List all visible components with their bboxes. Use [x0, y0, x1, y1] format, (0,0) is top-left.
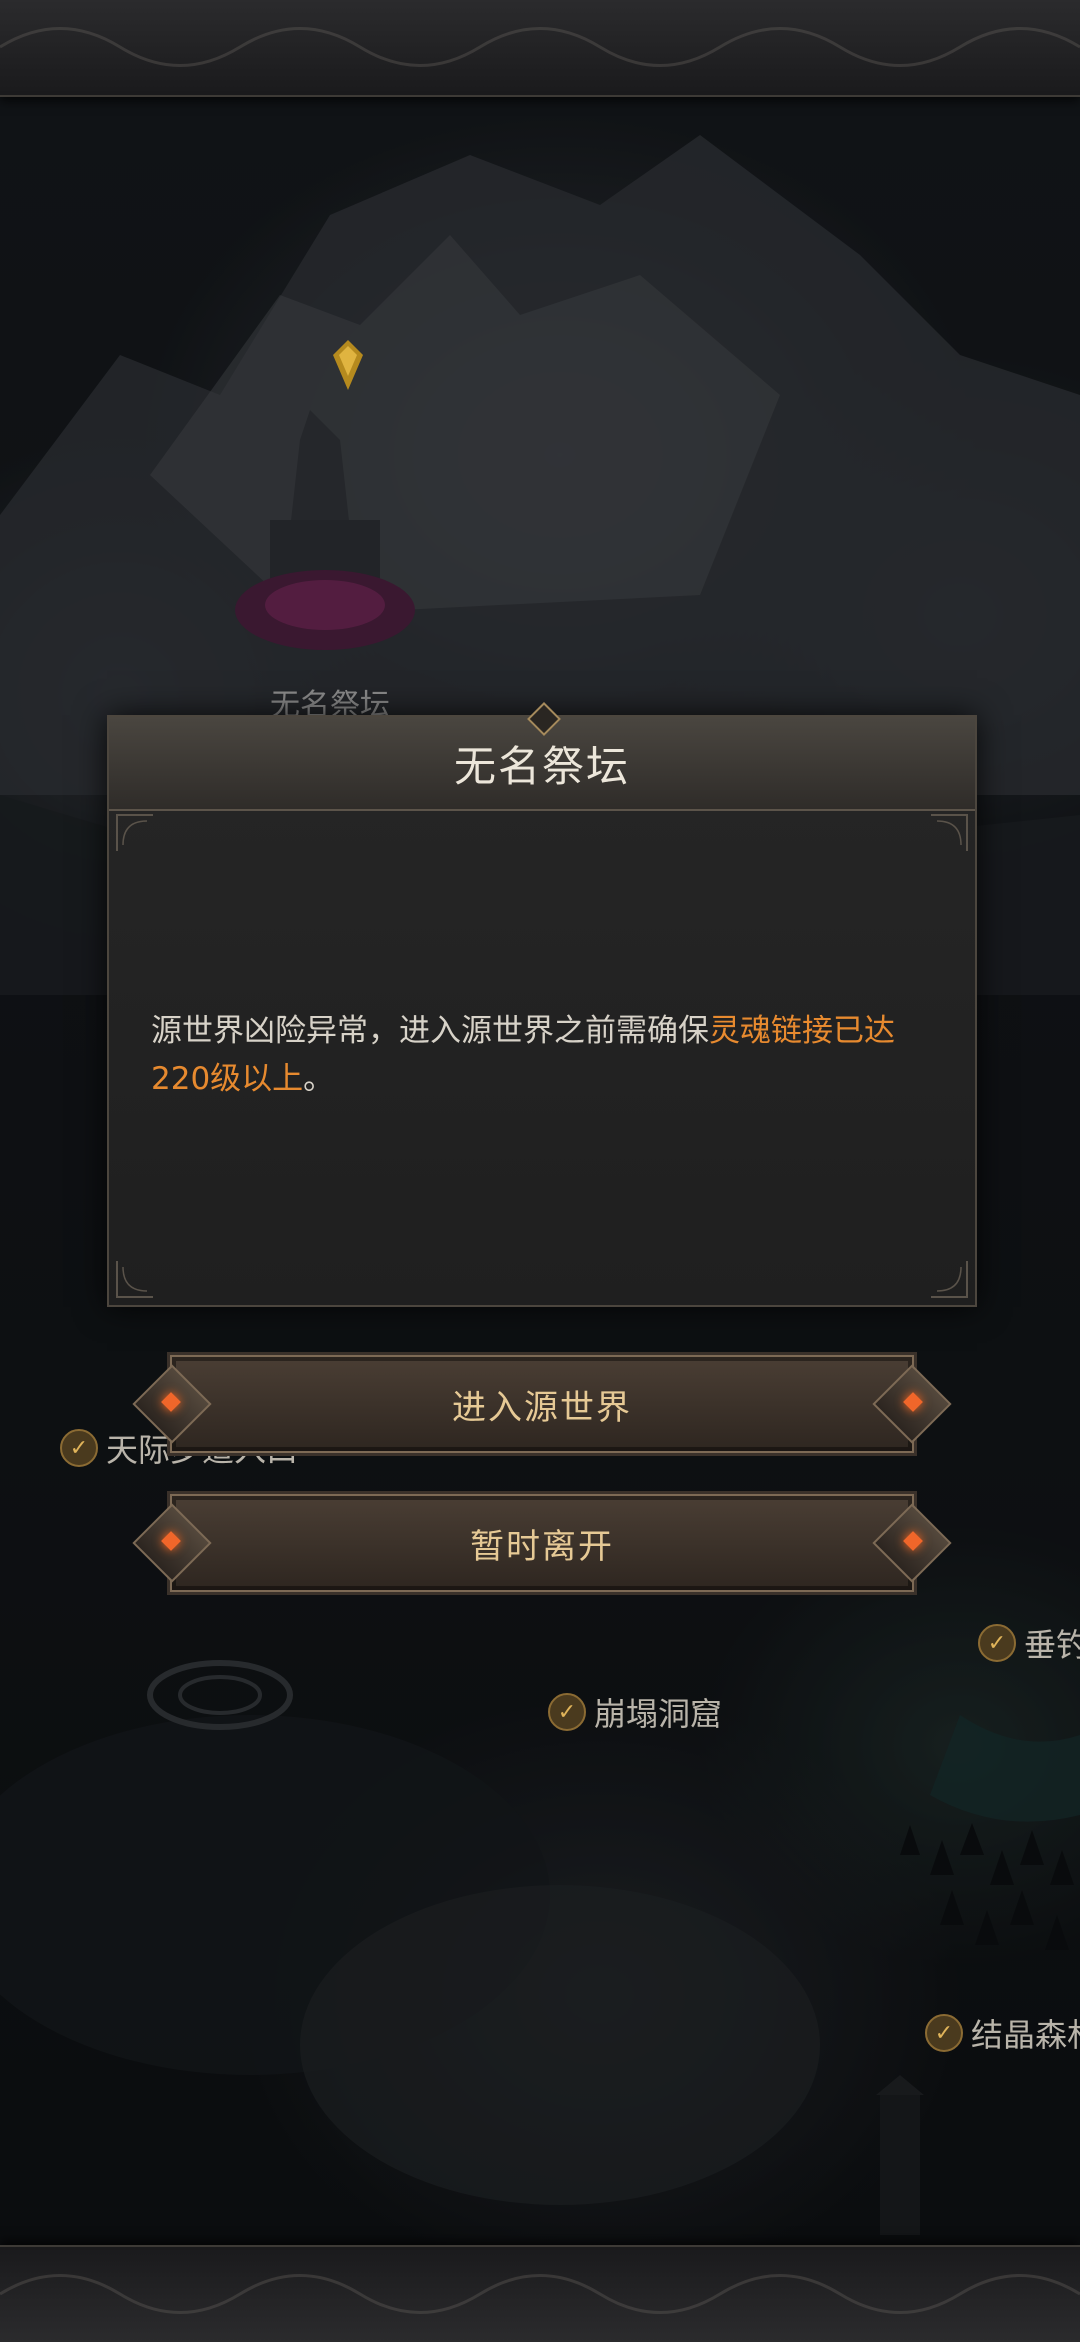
top-frame: [0, 0, 1080, 97]
check-icon: ✓: [925, 2014, 963, 2052]
bottom-frame: [0, 2245, 1080, 2342]
map-location-collapsed-cave[interactable]: ✓ 崩塌洞窟: [548, 1689, 722, 1735]
map-location-fishing[interactable]: ✓ 垂钓: [978, 1620, 1080, 1666]
check-icon: ✓: [60, 1429, 98, 1467]
button-label: 进入源世界: [452, 1387, 632, 1428]
corner-ornament-icon: [116, 814, 153, 851]
enter-source-world-button[interactable]: 进入源世界: [132, 1355, 952, 1453]
location-label: 结晶森林: [971, 2016, 1080, 2054]
corner-ornament-icon: [931, 1261, 968, 1298]
dialog-title: 无名祭坛: [453, 741, 630, 791]
message-end: 。: [303, 1061, 335, 1097]
leave-button[interactable]: 暂时离开: [132, 1494, 952, 1592]
corner-ornament-icon: [931, 814, 968, 851]
map-pin-icon: [333, 340, 363, 390]
location-label: 崩塌洞窟: [594, 1695, 723, 1733]
check-icon: ✓: [978, 1624, 1016, 1662]
location-label: 垂钓: [1024, 1626, 1080, 1664]
button-label: 暂时离开: [470, 1526, 614, 1567]
dialog-message: 源世界凶险异常，进入源世界之前需确保灵魂链接已达220级以上。: [151, 1007, 941, 1103]
check-icon: ✓: [548, 1693, 586, 1731]
corner-ornament-icon: [116, 1261, 153, 1298]
message-text: 源世界凶险异常，进入源世界之前需确保: [151, 1013, 709, 1049]
location-dialog: 无名祭坛 源世界凶险异常，进入源世界之前需确保灵魂链接已达220级以上。: [107, 702, 977, 1307]
altar-building-icon[interactable]: [230, 410, 420, 670]
map-location-crystal-forest[interactable]: ✓ 结晶森林: [925, 2010, 1080, 2056]
